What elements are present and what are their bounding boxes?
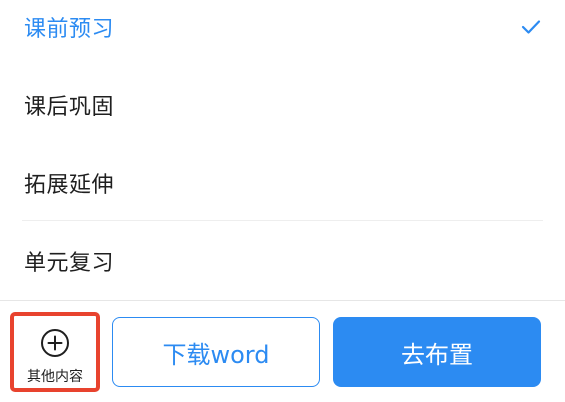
menu-item-label: 课后巩固 [24,95,115,120]
plus-circle-icon [41,329,69,357]
menu-item-label: 拓展延伸 [24,173,115,198]
checkmark-icon [521,20,541,34]
menu-item-extension[interactable]: 拓展延伸 [0,144,565,222]
other-content-label: 其他内容 [27,369,83,385]
menu-item-label: 单元复习 [24,251,115,276]
menu-item-label: 课前预习 [24,17,115,42]
assign-button[interactable]: 去布置 [333,317,541,387]
action-footer: 其他内容 下载word 去布置 [0,300,565,402]
menu-item-consolidation[interactable]: 课后巩固 [0,66,565,144]
other-content-button[interactable]: 其他内容 [10,312,100,392]
download-word-button[interactable]: 下载word [112,317,320,387]
menu-item-preview[interactable]: 课前预习 [0,0,565,66]
content-type-menu: 课前预习 课后巩固 拓展延伸 单元复习 [0,0,565,300]
menu-item-unit-review[interactable]: 单元复习 [0,222,565,300]
menu-divider [22,220,543,221]
